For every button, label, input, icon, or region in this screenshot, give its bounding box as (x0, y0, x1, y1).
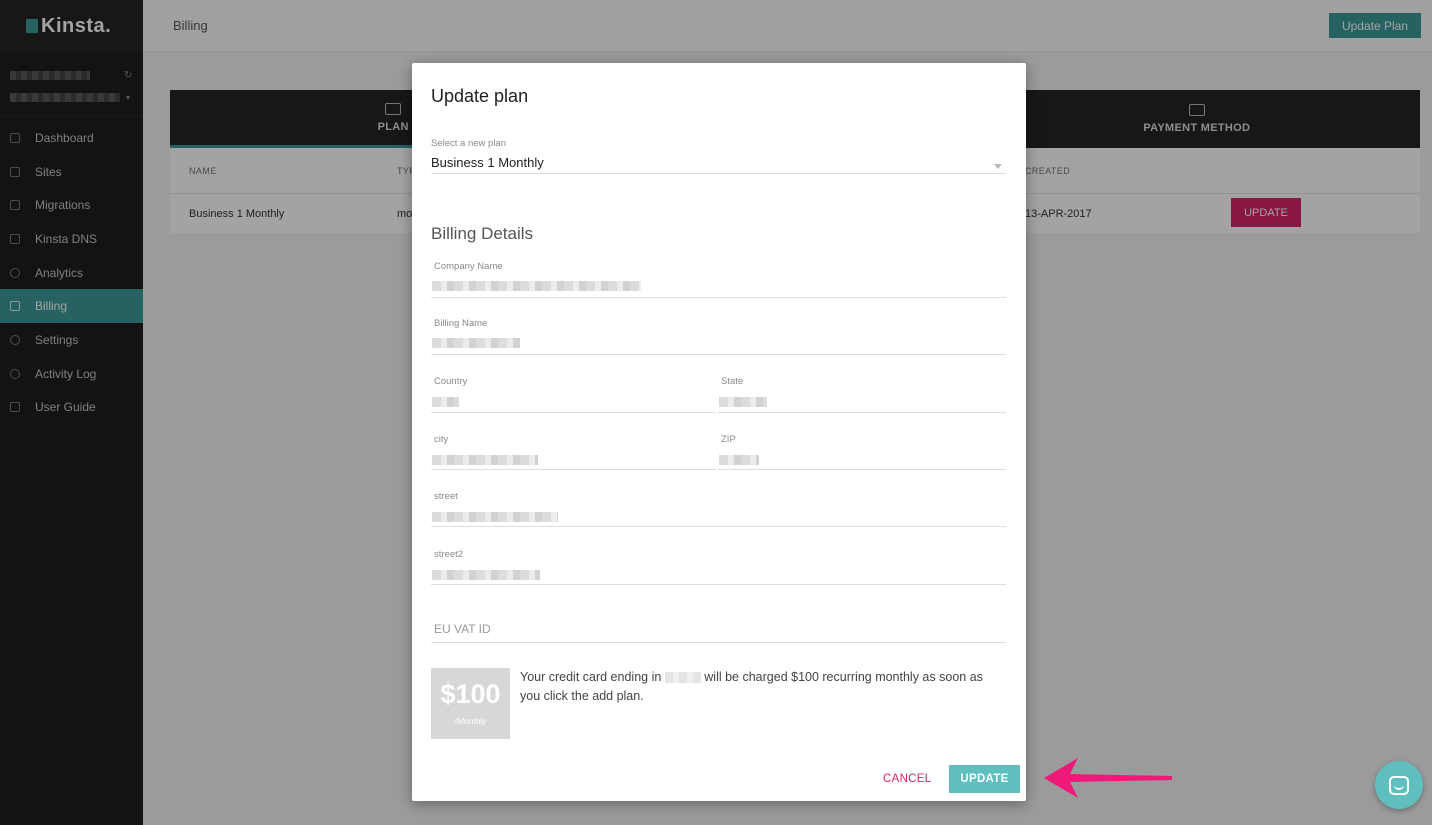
street2-label: street2 (434, 549, 464, 560)
state-value-redacted (719, 397, 767, 407)
company-name-label: Company Name (434, 261, 503, 272)
price-amount: $100 (440, 679, 501, 709)
city-value-redacted (432, 455, 538, 465)
company-name-field[interactable]: Company Name (431, 261, 1006, 298)
country-value-redacted (432, 397, 459, 407)
eu-vat-id-placeholder: EU VAT ID (434, 622, 491, 636)
modal-title: Update plan (431, 86, 529, 106)
billing-name-field[interactable]: Billing Name (431, 318, 1006, 355)
zip-value-redacted (719, 455, 759, 465)
country-field[interactable]: Country (431, 376, 716, 413)
street-value-redacted (432, 512, 558, 522)
update-button[interactable]: UPDATE (949, 765, 1020, 793)
card-last-digits-redacted (664, 672, 701, 684)
street-label: street (434, 491, 458, 502)
plan-select-value: Business 1 Monthly (431, 155, 544, 170)
zip-label: ZIP (721, 434, 736, 445)
charge-text-start: Your credit card ending in (520, 670, 662, 684)
cancel-button[interactable]: CANCEL (883, 769, 931, 789)
state-label: State (721, 376, 744, 387)
billing-name-value-redacted (432, 338, 520, 348)
chat-icon (1389, 775, 1409, 795)
eu-vat-id-field[interactable]: EU VAT ID (431, 622, 1006, 643)
billing-details-title: Billing Details (431, 224, 534, 243)
annotation-arrow-icon (1044, 758, 1172, 798)
street2-value-redacted (432, 570, 540, 580)
price-period: /Monthly (454, 716, 487, 726)
company-name-value-redacted (432, 281, 641, 291)
street2-field[interactable]: street2 (431, 549, 1006, 585)
city-label: city (434, 434, 449, 445)
update-plan-modal: Update plan Select a new plan Business 1… (412, 63, 1026, 801)
plan-select-label: Select a new plan (431, 138, 506, 149)
street-field[interactable]: street (431, 491, 1006, 527)
zip-field[interactable]: ZIP (718, 434, 1006, 470)
dropdown-caret-icon (994, 164, 1002, 169)
charge-notice: Your credit card ending in will be charg… (520, 668, 1000, 706)
city-field[interactable]: city (431, 434, 716, 470)
billing-name-label: Billing Name (434, 318, 488, 329)
plan-select[interactable]: Select a new plan Business 1 Monthly (431, 138, 1006, 174)
country-label: Country (434, 376, 468, 387)
price-badge: $100 /Monthly (431, 668, 510, 739)
state-field[interactable]: State (718, 376, 1006, 413)
chat-widget-button[interactable] (1375, 761, 1423, 809)
